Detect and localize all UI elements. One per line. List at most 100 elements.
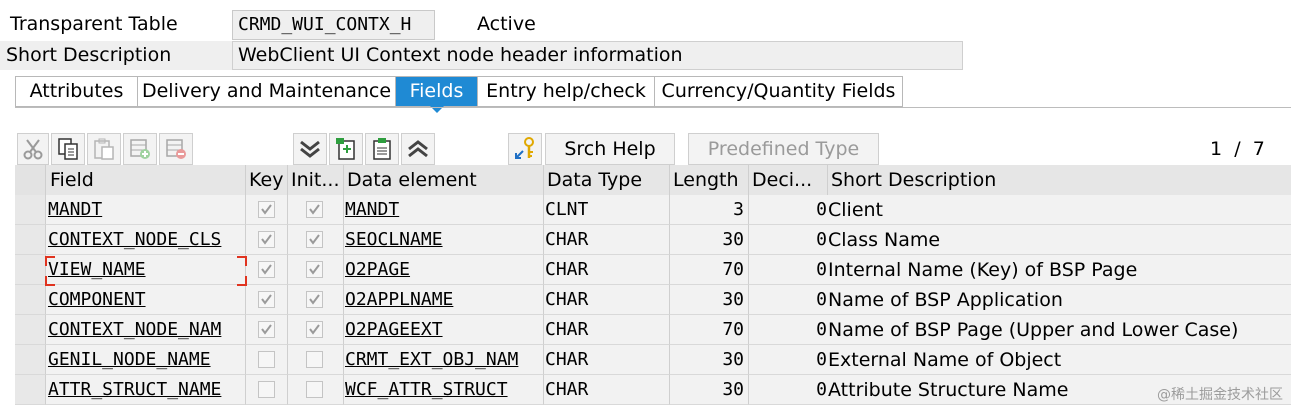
init-checkbox[interactable] [306,201,323,218]
data-element-cell[interactable]: WCF_ATTR_STRUCT [343,375,543,405]
insert-row-button[interactable] [123,133,157,165]
data-type-cell[interactable]: CHAR [543,375,669,405]
tab-underline [15,107,1291,108]
field-name-cell[interactable]: GENIL_NODE_NAME [45,345,245,375]
decimals-cell[interactable]: 0 [748,345,827,375]
col-data-element-header[interactable]: Data element [343,165,543,195]
length-cell[interactable]: 70 [669,315,748,345]
data-element-cell[interactable]: SEOCLNAME [343,225,543,255]
data-element-cell[interactable]: O2PAGE [343,255,543,285]
init-cell [287,195,343,225]
data-element-cell[interactable]: O2PAGEEXT [343,315,543,345]
init-checkbox[interactable] [306,231,323,248]
field-name-cell[interactable]: MANDT [45,195,245,225]
focus-marker [45,276,55,286]
col-length-header[interactable]: Length [669,165,748,195]
data-element-cell[interactable]: CRMT_EXT_OBJ_NAM [343,345,543,375]
tab-delivery-maintenance[interactable]: Delivery and Maintenance [138,77,396,106]
init-checkbox[interactable] [306,351,323,368]
cut-button[interactable] [17,133,49,165]
init-cell [287,225,343,255]
scroll-up-icon [408,140,428,158]
copy-button[interactable] [51,133,85,165]
new-entry-button[interactable] [329,133,363,165]
init-checkbox[interactable] [306,291,323,308]
tab-attributes[interactable]: Attributes [16,77,138,106]
data-type-cell[interactable]: CHAR [543,345,669,375]
field-name-cell[interactable]: VIEW_NAME [45,255,245,285]
table-row[interactable]: COMPONENT O2APPLNAME CHAR 30 0 Name of BSP Ap… [15,285,1291,315]
data-type-cell[interactable]: CHAR [543,315,669,345]
decimals-cell[interactable]: 0 [748,285,827,315]
field-name-cell[interactable]: CONTEXT_NODE_CLS [45,225,245,255]
field-name-cell[interactable]: CONTEXT_NODE_NAM [45,315,245,345]
decimals-cell[interactable]: 0 [748,255,827,285]
delete-row-button[interactable] [159,133,193,165]
key-checkbox[interactable] [258,231,275,248]
init-checkbox[interactable] [306,321,323,338]
key-checkbox[interactable] [258,201,275,218]
key-checkbox[interactable] [258,261,275,278]
table-name-field[interactable]: CRMD_WUI_CONTX_H [232,10,435,40]
data-element-cell[interactable]: MANDT [343,195,543,225]
key-checkbox[interactable] [258,351,275,368]
paste-button[interactable] [87,133,121,165]
length-cell[interactable]: 3 [669,195,748,225]
table-row[interactable]: CONTEXT_NODE_CLS SEOCLNAME CHAR 30 0 Class Na… [15,225,1291,255]
col-data-type-header[interactable]: Data Type [543,165,669,195]
length-cell[interactable]: 30 [669,225,748,255]
srch-help-button[interactable]: Srch Help [545,133,675,165]
init-cell [287,285,343,315]
tab-currency-quantity-fields[interactable]: Currency/Quantity Fields [655,77,902,106]
scroll-up-button[interactable] [401,133,435,165]
data-element-cell[interactable]: O2APPLNAME [343,285,543,315]
field-name-cell[interactable]: ATTR_STRUCT_NAME [45,375,245,405]
tab-fields[interactable]: Fields [396,77,478,113]
init-checkbox[interactable] [306,381,323,398]
col-field-header[interactable]: Field [45,165,245,195]
data-type-cell[interactable]: CHAR [543,255,669,285]
col-short-description-header[interactable]: Short Description [827,165,1291,195]
row-selector[interactable] [15,345,45,375]
key-checkbox[interactable] [258,321,275,338]
table-row[interactable]: VIEW_NAME O2PAGE CHAR 70 0 Internal Name (Key… [15,255,1291,285]
details-button[interactable] [365,133,399,165]
key-cell [245,285,287,315]
row-selector[interactable] [15,315,45,345]
field-name-cell[interactable]: COMPONENT [45,285,245,315]
length-cell[interactable]: 70 [669,255,748,285]
key-checkbox[interactable] [258,381,275,398]
length-cell[interactable]: 30 [669,285,748,315]
decimals-cell[interactable]: 0 [748,375,827,405]
col-decimals-header[interactable]: Deci... [748,165,827,195]
tab-entry-help-check[interactable]: Entry help/check [478,77,655,106]
data-type-cell[interactable]: CHAR [543,225,669,255]
init-checkbox[interactable] [306,261,323,278]
predefined-type-button[interactable]: Predefined Type [688,133,879,165]
row-selector[interactable] [15,255,45,285]
data-type-cell[interactable]: CHAR [543,285,669,315]
col-key-header[interactable]: Key [245,165,287,195]
row-selector[interactable] [15,285,45,315]
data-type-cell[interactable]: CLNT [543,195,669,225]
length-cell[interactable]: 30 [669,345,748,375]
row-selector[interactable] [15,375,45,405]
table-row[interactable]: ATTR_STRUCT_NAME WCF_ATTR_STRUCT CHAR 30 0 At… [15,375,1291,405]
table-row[interactable]: MANDT MANDT CLNT 3 0 Client [15,195,1291,225]
decimals-cell[interactable]: 0 [748,225,827,255]
key-checkbox[interactable] [258,291,275,308]
search-help-icon-button[interactable] [508,133,542,165]
row-selector[interactable] [15,195,45,225]
length-cell[interactable]: 30 [669,375,748,405]
row-selector[interactable] [15,225,45,255]
table-row[interactable]: CONTEXT_NODE_NAM O2PAGEEXT CHAR 70 0 Name of … [15,315,1291,345]
row-selector-header[interactable] [15,165,45,195]
scroll-down-button[interactable] [293,133,327,165]
table-row[interactable]: GENIL_NODE_NAME CRMT_EXT_OBJ_NAM CHAR 30 0 Ex… [15,345,1291,375]
focus-marker [45,256,55,266]
short-desc-field[interactable]: WebClient UI Context node header informa… [232,41,963,70]
short-description-cell: Name of BSP Application [827,285,1291,315]
col-init-header[interactable]: Init... [287,165,343,195]
decimals-cell[interactable]: 0 [748,195,827,225]
decimals-cell[interactable]: 0 [748,315,827,345]
